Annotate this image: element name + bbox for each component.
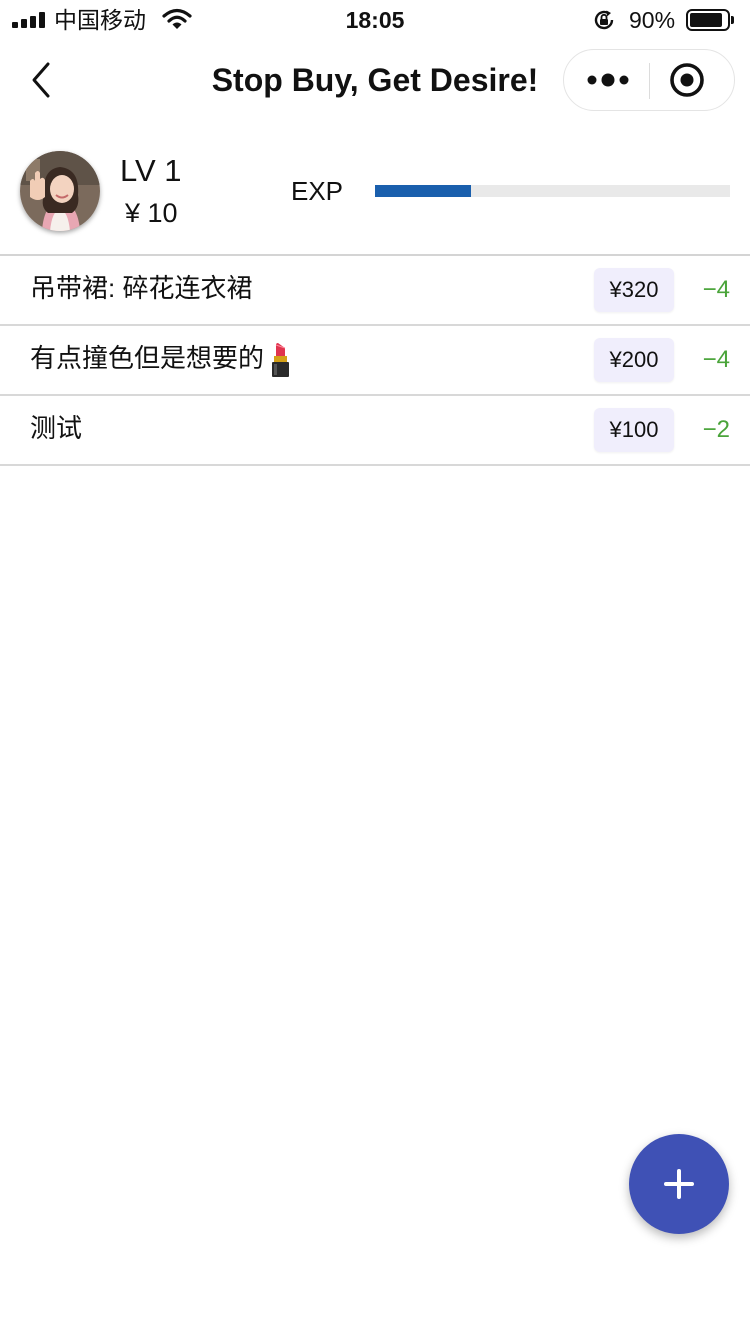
avatar-photo bbox=[20, 151, 100, 231]
battery-icon bbox=[686, 9, 730, 31]
coin-balance: ¥ 10 bbox=[125, 198, 178, 228]
back-icon[interactable] bbox=[24, 60, 60, 100]
capsule-divider bbox=[649, 63, 650, 99]
price-tag: ¥320 bbox=[594, 268, 674, 312]
add-wish-button[interactable] bbox=[629, 1134, 729, 1234]
more-icon[interactable] bbox=[582, 50, 638, 110]
mini-program-capsule bbox=[563, 49, 735, 111]
orientation-lock-icon bbox=[594, 10, 614, 30]
exp-delta: −4 bbox=[702, 346, 730, 373]
exp-delta: −4 bbox=[702, 276, 730, 303]
avatar[interactable] bbox=[20, 151, 100, 231]
wish-title: 吊带裙: 碎花连衣裙 bbox=[30, 268, 252, 308]
status-bar: 中国移动 18:05 90% bbox=[0, 0, 750, 40]
exp-progress-fill bbox=[375, 185, 471, 197]
page-title: Stop Buy, Get Desire! bbox=[211, 62, 539, 98]
list-item[interactable]: 测试 ¥100 −2 bbox=[0, 396, 750, 466]
list-item[interactable]: 有点撞色但是想要的 ¥200 −4 bbox=[0, 326, 750, 396]
plus-icon bbox=[664, 1169, 694, 1199]
list-item[interactable]: 吊带裙: 碎花连衣裙 ¥320 −4 bbox=[0, 256, 750, 326]
user-level: LV 1 bbox=[120, 153, 182, 188]
wish-title: 测试 bbox=[30, 408, 82, 448]
price-tag: ¥100 bbox=[594, 408, 674, 452]
wish-title-text: 有点撞色但是想要的 bbox=[30, 343, 265, 373]
battery-percent: 90% bbox=[629, 7, 676, 33]
price-tag: ¥200 bbox=[594, 338, 674, 382]
battery-nub bbox=[731, 16, 734, 24]
profile-header: LV 1 ¥ 10 EXP bbox=[0, 120, 750, 256]
battery-fill bbox=[690, 13, 722, 27]
wish-list: 吊带裙: 碎花连衣裙 ¥320 −4 有点撞色但是想要的 ¥200 −4 测试 … bbox=[0, 256, 750, 466]
wish-title-text: 吊带裙: 碎花连衣裙 bbox=[30, 273, 253, 303]
exp-progress-bar bbox=[375, 185, 730, 197]
wish-title: 有点撞色但是想要的 bbox=[30, 338, 294, 378]
exp-delta: −2 bbox=[702, 416, 730, 443]
target-icon[interactable] bbox=[668, 61, 706, 99]
nav-bar: Stop Buy, Get Desire! bbox=[0, 40, 750, 120]
wish-title-text: 测试 bbox=[30, 413, 83, 443]
exp-label: EXP bbox=[291, 176, 344, 206]
lipstick-icon bbox=[272, 343, 290, 378]
